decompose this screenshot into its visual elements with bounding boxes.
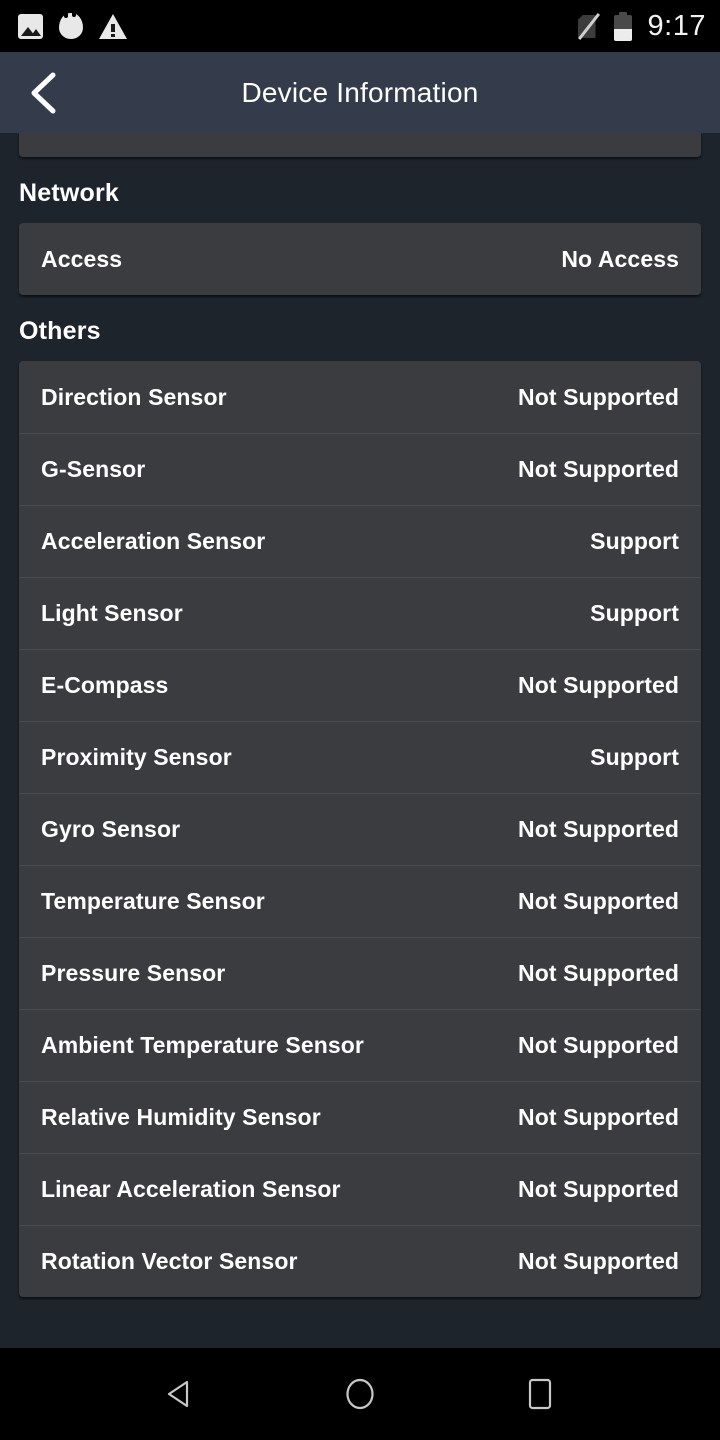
table-row[interactable]: Proximity Sensor Support (19, 721, 701, 793)
status-bar-clock: 9:17 (647, 9, 706, 42)
row-value: Not Supported (518, 1032, 679, 1058)
device-information-screen: 9:17 Device Information Network Access N… (0, 0, 720, 1440)
row-value: Not Supported (518, 816, 679, 842)
row-label: Temperature Sensor (41, 888, 265, 914)
row-value: No Access (561, 245, 679, 272)
table-row[interactable]: Temperature Sensor Not Supported (19, 865, 701, 937)
status-bar-left-icons (18, 11, 127, 39)
table-row[interactable]: Relative Humidity Sensor Not Supported (19, 1081, 701, 1153)
battery-icon (613, 11, 632, 41)
row-value: Not Supported (518, 1176, 679, 1202)
section-card-others: Direction Sensor Not Supported G-Sensor … (19, 361, 701, 1297)
row-value: Support (590, 528, 679, 554)
square-icon (528, 1378, 552, 1410)
triangle-left-icon (167, 1380, 189, 1408)
row-label: Linear Acceleration Sensor (41, 1176, 341, 1202)
row-value: Not Supported (518, 960, 679, 986)
table-row[interactable]: Gyro Sensor Not Supported (19, 793, 701, 865)
status-bar: 9:17 (0, 0, 720, 52)
row-label: Gyro Sensor (41, 816, 181, 842)
table-row[interactable]: Light Sensor Support (19, 577, 701, 649)
row-value: Support (590, 744, 679, 770)
page-title: Device Information (241, 76, 479, 108)
row-value: Support (590, 600, 679, 626)
table-row[interactable]: E-Compass Not Supported (19, 649, 701, 721)
table-row[interactable]: Acceleration Sensor Support (19, 505, 701, 577)
table-row[interactable]: Direction Sensor Not Supported (19, 361, 701, 433)
android-navigation-bar (0, 1348, 720, 1440)
circle-icon (346, 1378, 374, 1410)
settings-scroll-container[interactable]: Network Access No Access Others Directio… (0, 133, 720, 1348)
flame-icon (59, 11, 83, 39)
row-label: Rotation Vector Sensor (41, 1248, 298, 1274)
row-value: Not Supported (518, 888, 679, 914)
row-label: Relative Humidity Sensor (41, 1104, 321, 1130)
row-label: Light Sensor (41, 600, 183, 626)
table-row[interactable]: Linear Acceleration Sensor Not Supported (19, 1153, 701, 1225)
row-label: G-Sensor (41, 456, 146, 482)
row-value: Not Supported (518, 672, 679, 698)
status-bar-right-icons: 9:17 (575, 9, 706, 42)
table-row[interactable]: Access No Access (19, 223, 701, 295)
section-title-others: Others (19, 317, 101, 345)
nav-back-button[interactable] (140, 1348, 220, 1440)
row-value: Not Supported (518, 1104, 679, 1130)
photo-icon (18, 13, 43, 39)
row-label: E-Compass (41, 672, 169, 698)
warning-icon (99, 13, 127, 39)
partial-card-above (19, 133, 701, 157)
row-label: Ambient Temperature Sensor (41, 1032, 364, 1058)
table-row[interactable]: G-Sensor Not Supported (19, 433, 701, 505)
row-value: Not Supported (518, 383, 679, 410)
table-row[interactable]: Rotation Vector Sensor Not Supported (19, 1225, 701, 1297)
nav-home-button[interactable] (320, 1348, 400, 1440)
row-label: Access (41, 245, 123, 272)
section-card-network: Access No Access (19, 223, 701, 295)
row-value: Not Supported (518, 456, 679, 482)
no-sim-icon (575, 12, 600, 41)
back-button[interactable] (0, 52, 86, 133)
row-label: Proximity Sensor (41, 744, 232, 770)
table-row[interactable]: Pressure Sensor Not Supported (19, 937, 701, 1009)
nav-recents-button[interactable] (500, 1348, 580, 1440)
section-title-network: Network (19, 179, 120, 207)
table-row[interactable]: Ambient Temperature Sensor Not Supported (19, 1009, 701, 1081)
row-label: Direction Sensor (41, 383, 227, 410)
row-label: Pressure Sensor (41, 960, 226, 986)
chevron-left-icon (31, 72, 56, 113)
app-bar: Device Information (0, 52, 720, 133)
row-value: Not Supported (518, 1248, 679, 1274)
row-label: Acceleration Sensor (41, 528, 266, 554)
